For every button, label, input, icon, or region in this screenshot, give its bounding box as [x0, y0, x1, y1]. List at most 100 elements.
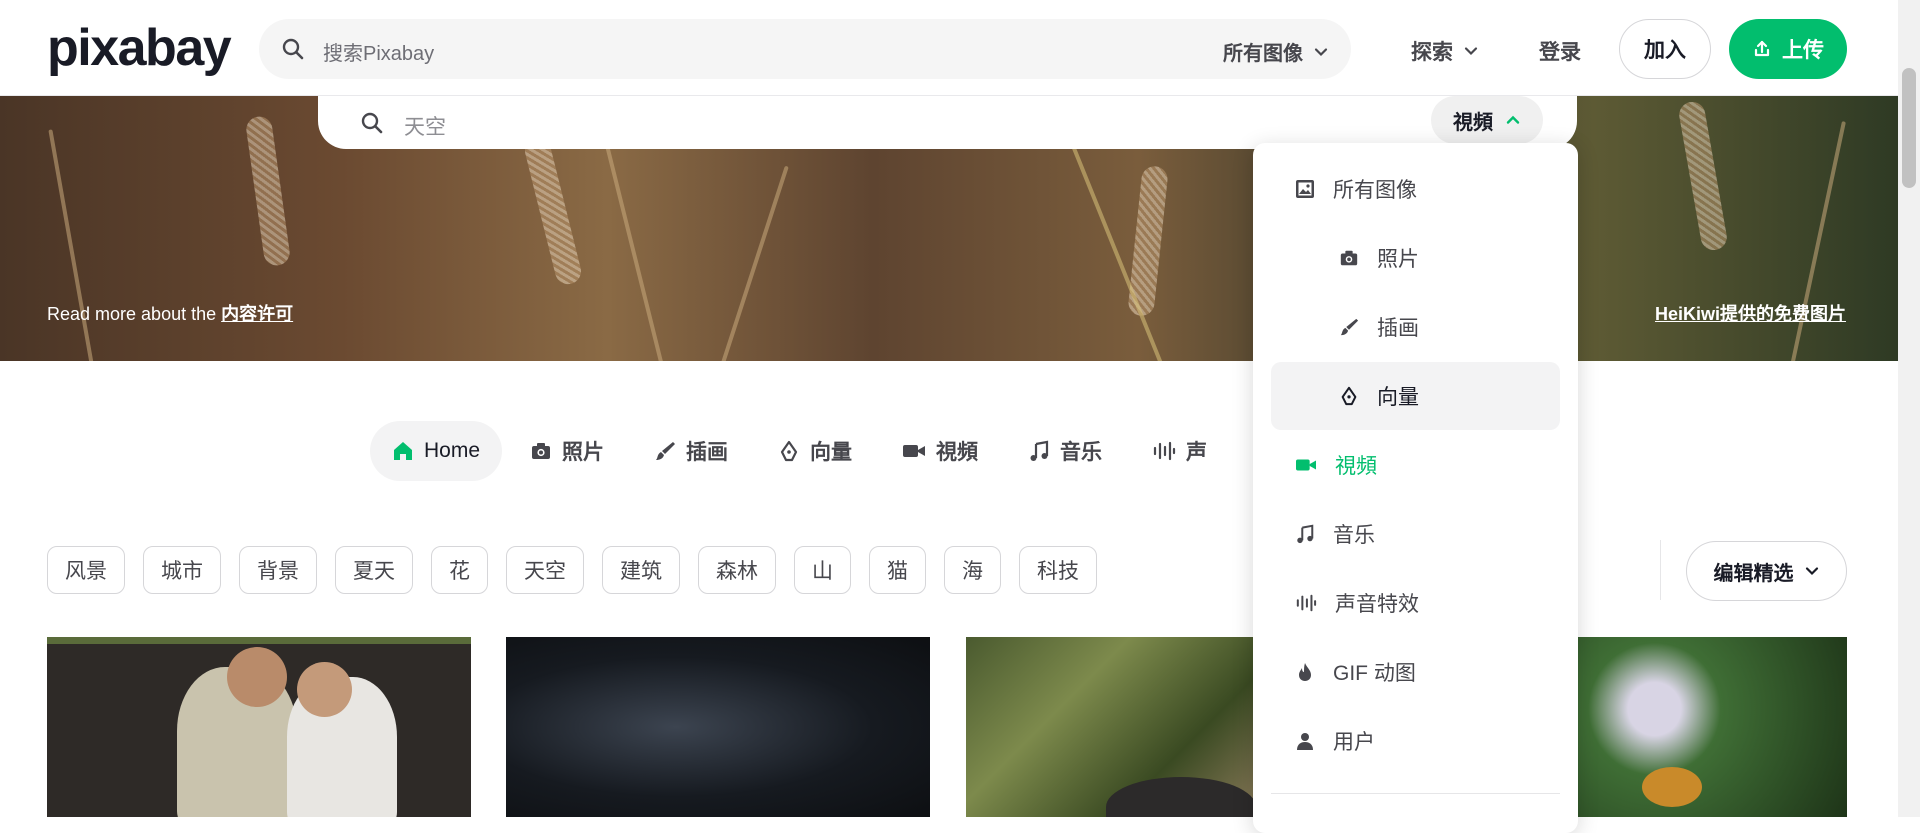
image-credit-link[interactable]: HeiKiwi提供的免费图片: [1655, 300, 1846, 326]
dropdown-item-sound-effects[interactable]: 声音特效: [1271, 569, 1560, 637]
photo-shape: [1106, 777, 1256, 817]
media-category-tabs: Home 照片 插画 向量 視頻 音乐 声: [370, 421, 1229, 481]
tab-home[interactable]: Home: [370, 421, 503, 481]
upload-label: 上传: [1782, 39, 1824, 62]
tag-chip[interactable]: 山: [794, 546, 851, 594]
image-icon: [1296, 180, 1314, 198]
grass-plume-decoration: [1677, 99, 1729, 253]
dropdown-item-users[interactable]: 用户: [1271, 707, 1560, 775]
pixabay-logo[interactable]: pixabay: [47, 22, 232, 74]
video-icon: [903, 445, 926, 457]
image-thumbnail-dark-bokeh[interactable]: [506, 637, 930, 817]
dropdown-item-label: 照片: [1377, 248, 1419, 271]
tag-chips: 风景 城市 背景 夏天 花 天空 建筑 森林 山 猫 海 科技: [47, 546, 1097, 594]
video-icon: [1296, 459, 1316, 471]
tag-chip[interactable]: 猫: [869, 546, 926, 594]
tag-chip[interactable]: 夏天: [335, 546, 413, 594]
tab-music[interactable]: 音乐: [1006, 421, 1124, 481]
tag-chip[interactable]: 天空: [506, 546, 584, 594]
editor-pick-dropdown[interactable]: 编辑精选: [1686, 541, 1847, 601]
tag-chip[interactable]: 背景: [239, 546, 317, 594]
home-icon: [394, 442, 412, 460]
image-thumbnail-penguin[interactable]: [966, 637, 1256, 817]
tab-label: 向量: [810, 441, 853, 464]
hero-search-input[interactable]: 天空: [404, 111, 446, 141]
tab-sound-effects[interactable]: 声: [1130, 421, 1229, 481]
media-type-dropdown: 所有图像 照片 插画 向量 視頻 音乐 声音特效 GIF 动图 用户: [1253, 143, 1578, 833]
media-type-label: 視頻: [1453, 111, 1493, 134]
page-scrollbar[interactable]: [1898, 0, 1920, 817]
flame-icon: [1299, 663, 1311, 681]
dropdown-item-photos[interactable]: 照片: [1271, 224, 1560, 292]
dropdown-item-label: GIF 动图: [1333, 662, 1416, 685]
brush-icon: [656, 442, 676, 460]
waveform-icon: [1153, 441, 1176, 461]
tab-videos[interactable]: 視頻: [880, 421, 1000, 481]
content-license-note: Read more about the 内容许可: [47, 300, 293, 326]
tab-illustrations[interactable]: 插画: [632, 421, 750, 481]
image-thumbnail-bee-flower[interactable]: [1572, 637, 1847, 817]
grass-blade-decoration: [604, 142, 664, 361]
image-thumbnail-wedding-couple[interactable]: [47, 637, 471, 817]
photo-shape: [227, 647, 287, 707]
tag-chip[interactable]: 科技: [1019, 546, 1097, 594]
dropdown-item-label: 插画: [1377, 317, 1419, 340]
chevron-down-icon: [1314, 47, 1328, 56]
header-search-input[interactable]: 搜索Pixabay: [323, 37, 434, 66]
dropdown-item-vectors[interactable]: 向量: [1271, 362, 1560, 430]
tab-photos[interactable]: 照片: [508, 421, 626, 481]
tag-chip[interactable]: 海: [944, 546, 1001, 594]
dropdown-item-label: 用户: [1333, 731, 1375, 754]
camera-icon: [1340, 250, 1358, 266]
tab-label: 照片: [562, 441, 605, 464]
top-header: pixabay 搜索Pixabay 所有图像 探索 登录 加入 上传: [0, 0, 1898, 96]
tab-label: Home: [424, 439, 481, 462]
tab-label: 声: [1186, 441, 1208, 464]
search-icon[interactable]: [360, 111, 384, 140]
chevron-up-icon: [1506, 115, 1520, 124]
content-license-link[interactable]: 内容许可: [221, 304, 293, 324]
upload-icon: [1754, 40, 1770, 57]
photo-shape: [1642, 767, 1702, 807]
chevron-down-icon: [1805, 567, 1818, 576]
grass-blade-decoration: [48, 129, 94, 361]
search-icon[interactable]: [281, 37, 305, 66]
tab-vectors[interactable]: 向量: [756, 421, 874, 481]
scrollbar-thumb[interactable]: [1902, 68, 1916, 188]
music-icon: [1030, 440, 1049, 461]
chevron-down-icon: [1464, 47, 1478, 56]
tag-chip[interactable]: 城市: [143, 546, 221, 594]
media-type-selector[interactable]: 視頻: [1431, 96, 1543, 144]
dropdown-item-label: 視頻: [1335, 455, 1377, 478]
tag-chip[interactable]: 建筑: [602, 546, 680, 594]
dropdown-item-label: 所有图像: [1333, 179, 1417, 202]
explore-menu[interactable]: 探索: [1411, 36, 1479, 66]
pen-nib-icon: [1341, 386, 1357, 406]
dropdown-item-videos[interactable]: 視頻: [1271, 431, 1560, 499]
tag-chip[interactable]: 森林: [698, 546, 776, 594]
login-link[interactable]: 登录: [1539, 36, 1581, 66]
pen-nib-icon: [780, 440, 798, 462]
upload-button[interactable]: 上传: [1729, 19, 1847, 79]
header-search-filter-label: 所有图像: [1223, 43, 1303, 65]
tag-chip[interactable]: 花: [431, 546, 488, 594]
join-button[interactable]: 加入: [1619, 19, 1711, 79]
editor-pick-label: 编辑精选: [1713, 562, 1794, 585]
dropdown-item-all-images[interactable]: 所有图像: [1271, 155, 1560, 223]
hero-search-bar[interactable]: 天空 視頻: [318, 96, 1577, 149]
dropdown-item-music[interactable]: 音乐: [1271, 500, 1560, 568]
dropdown-item-illustrations[interactable]: 插画: [1271, 293, 1560, 361]
tab-label: 插画: [686, 441, 729, 464]
header-search-filter[interactable]: 所有图像: [1223, 37, 1329, 66]
dropdown-item-label: 声音特效: [1335, 593, 1419, 616]
brush-icon: [1340, 318, 1359, 336]
header-search-bar[interactable]: 搜索Pixabay 所有图像: [259, 19, 1351, 79]
tag-chip[interactable]: 风景: [47, 546, 125, 594]
tab-label: 音乐: [1060, 441, 1103, 464]
grass-plume-decoration: [522, 135, 584, 287]
tab-label: 視頻: [936, 441, 979, 464]
grass-blade-decoration: [720, 165, 789, 361]
dropdown-separator: [1271, 793, 1560, 794]
dropdown-item-gif[interactable]: GIF 动图: [1271, 638, 1560, 706]
music-icon: [1297, 524, 1314, 544]
